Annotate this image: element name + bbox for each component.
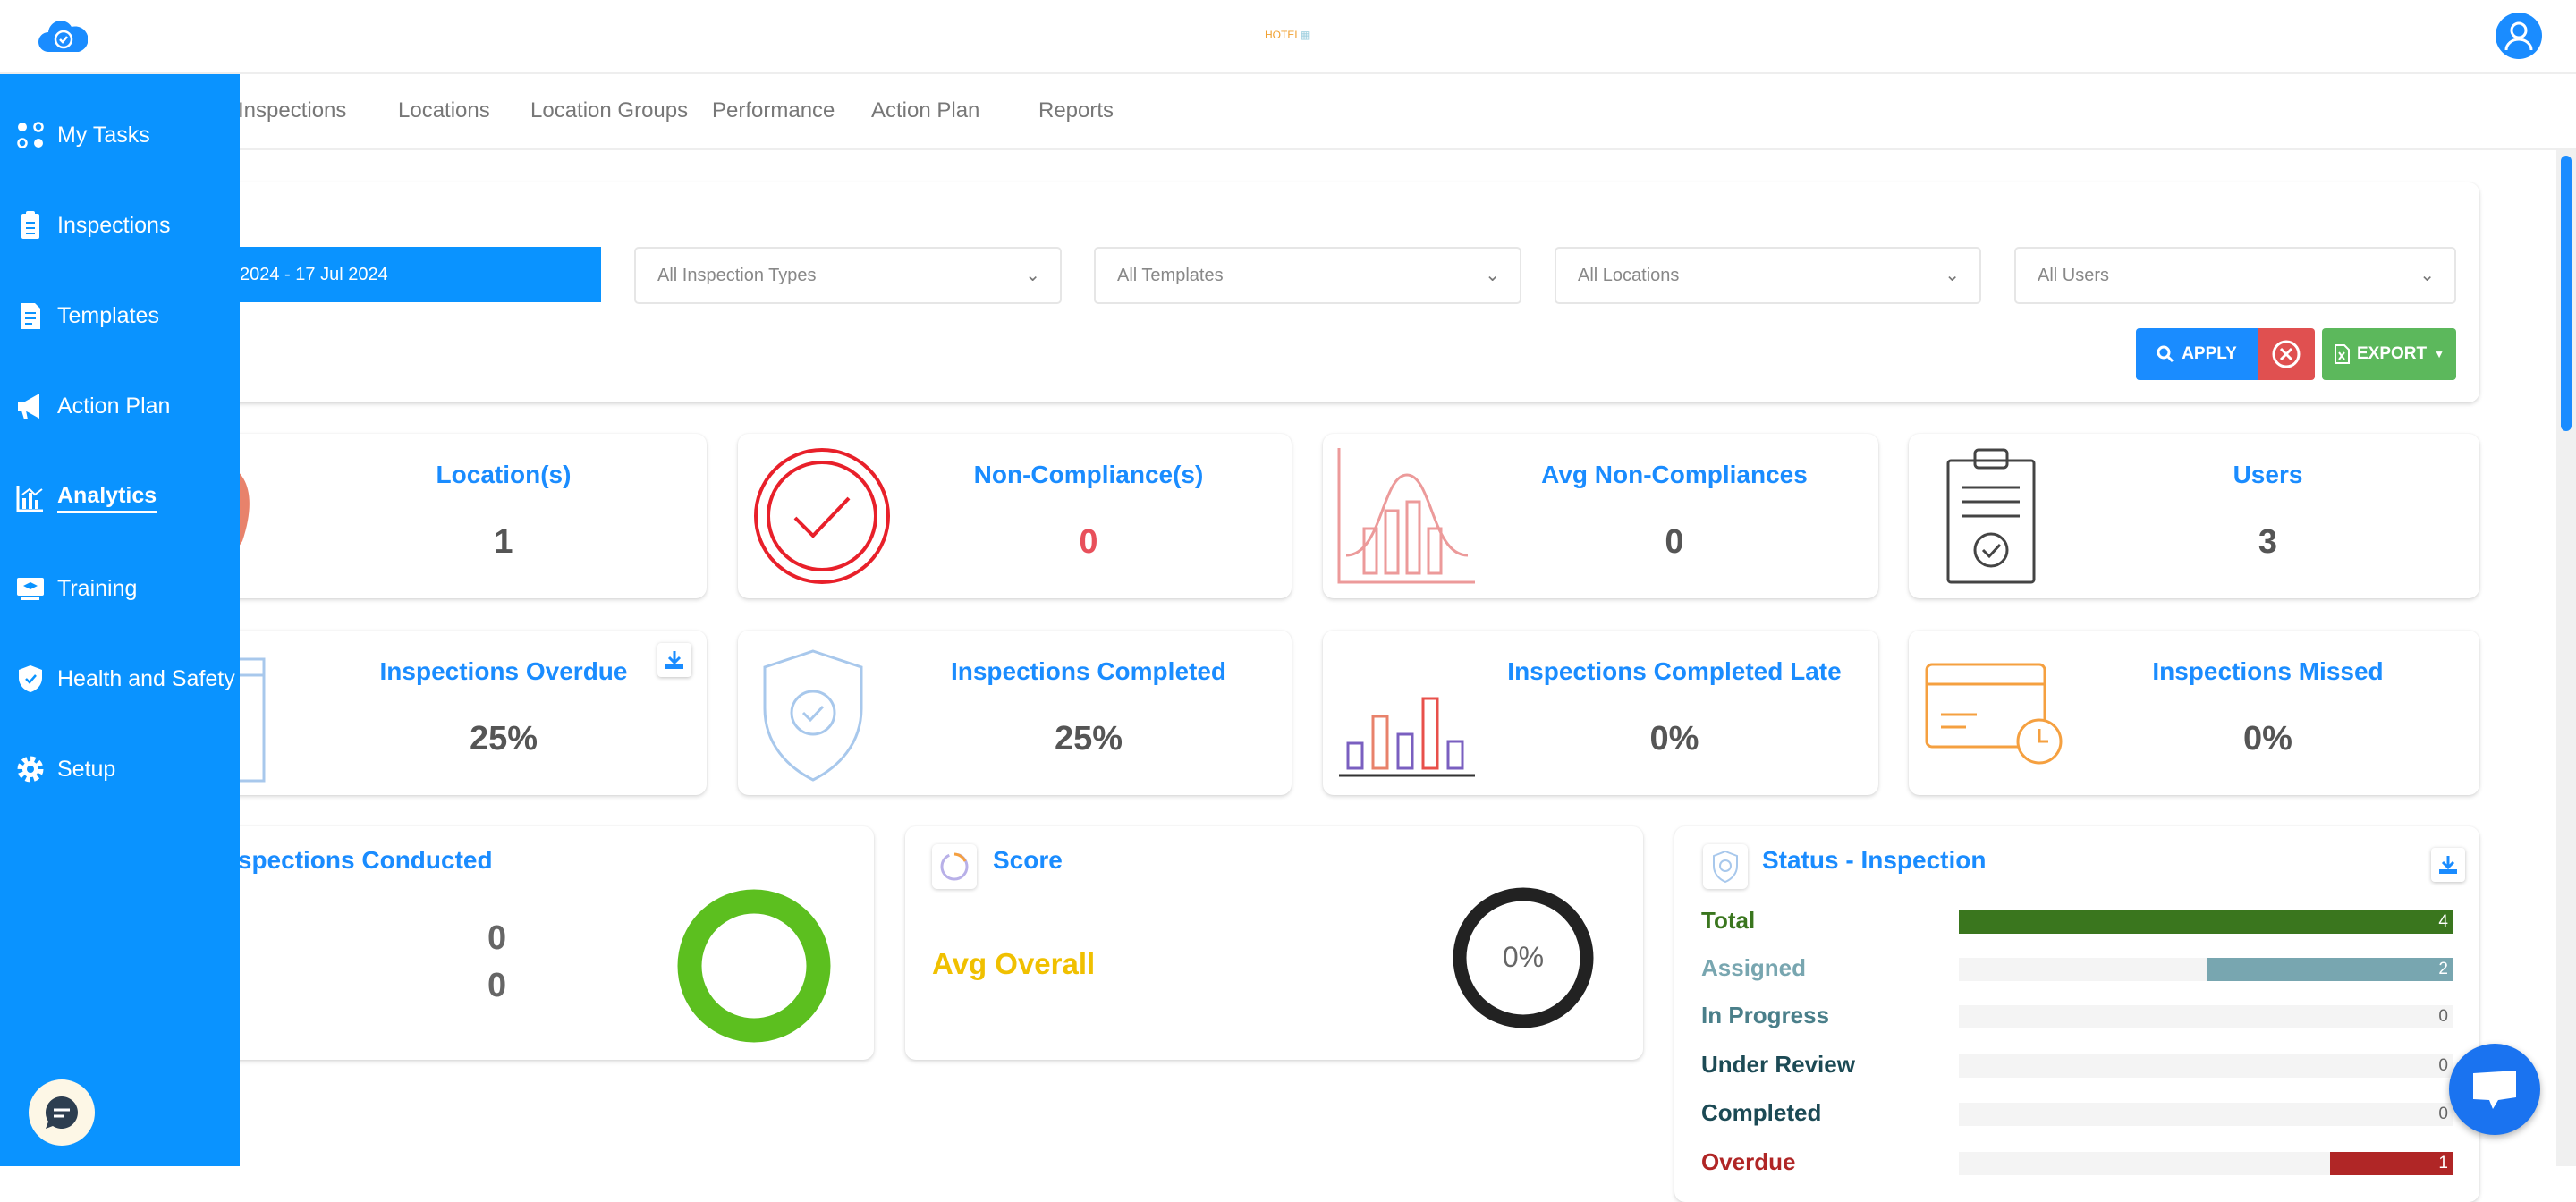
search-icon <box>2157 345 2174 363</box>
avg-overall-label: Avg Overall <box>932 947 1096 980</box>
user-avatar-icon[interactable] <box>2496 13 2542 59</box>
check-circle-icon <box>754 448 890 584</box>
sidebar-item-inspections[interactable]: Inspections <box>0 199 240 252</box>
stat-card-inspections-missed: Inspections Missed 0% <box>1909 631 2479 795</box>
status-bar-fill <box>2329 1152 2453 1175</box>
megaphone-icon <box>18 394 39 419</box>
shield-icon <box>19 665 42 692</box>
status-bar-fill <box>2206 958 2453 981</box>
status-label: Assigned <box>1701 954 1807 981</box>
inspections-conducted-card: Inspections Conducted d 0 0 <box>153 826 874 1060</box>
status-inspection-card: Status - Inspection Total 4 Assigned 2 In Pr… <box>1674 826 2479 1202</box>
brand-logo[interactable] <box>38 16 88 54</box>
status-count: 4 <box>2438 912 2448 931</box>
status-count: 0 <box>2438 1105 2448 1123</box>
tab-locations[interactable]: Locations <box>398 98 490 123</box>
card-title: Inspections Conducted <box>216 846 493 874</box>
status-label: Under Review <box>1701 1051 1855 1078</box>
close-circle-icon <box>2272 340 2301 368</box>
sidebar: My Tasks Inspections Templates Action Pl… <box>0 74 240 1166</box>
score-value: 0% <box>1502 941 1545 973</box>
status-label: Overdue <box>1701 1148 1796 1175</box>
chevron-down-icon: ⌄ <box>1485 266 1500 285</box>
sidebar-item-training[interactable]: Training <box>0 562 240 615</box>
status-count: 0 <box>2438 1056 2448 1075</box>
reset-filters-button[interactable] <box>2258 328 2315 380</box>
stat-card-avg-non-compliances: Avg Non-Compliances 0 <box>1323 434 1878 598</box>
users-select[interactable]: All Users ⌄ <box>2014 247 2456 304</box>
scrollbar-thumb[interactable] <box>2561 156 2572 431</box>
tab-performance[interactable]: Performance <box>712 98 835 123</box>
caret-down-icon: ▼ <box>2434 348 2445 360</box>
status-bar: 0 <box>1959 1103 2453 1126</box>
document-icon <box>21 303 40 329</box>
page-scrollbar[interactable] <box>2556 150 2576 1166</box>
shield-icon <box>1703 844 1748 889</box>
excel-file-icon <box>2334 344 2350 364</box>
chevron-down-icon: ⌄ <box>2419 266 2435 285</box>
sidebar-item-setup[interactable]: Setup <box>0 742 240 796</box>
status-label: Completed <box>1701 1099 1822 1126</box>
conducted-donut-chart <box>677 889 831 1043</box>
status-bar: 4 <box>1959 910 2453 934</box>
status-bar: 1 <box>1959 1152 2453 1175</box>
gear-icon <box>17 756 44 783</box>
chart-icon <box>16 486 43 512</box>
card-title: Score <box>993 846 1063 874</box>
sidebar-item-health-and-safety[interactable]: Health and Safety <box>0 652 240 706</box>
tasks-icon <box>17 122 44 148</box>
tab-action-plan[interactable]: Action Plan <box>871 98 979 123</box>
apply-button[interactable]: APPLY <box>2136 328 2258 380</box>
training-icon <box>17 578 44 600</box>
locations-select[interactable]: All Locations ⌄ <box>1555 247 1981 304</box>
status-bar: 0 <box>1959 1054 2453 1078</box>
help-chat-button[interactable] <box>29 1079 95 1146</box>
hotel-logo: HOTEL▦ <box>1265 29 1311 41</box>
score-card: Score Avg Overall 0% <box>905 826 1643 1060</box>
download-button[interactable] <box>2431 848 2465 882</box>
top-header: HOTEL▦ <box>0 0 2576 74</box>
score-icon <box>932 844 977 889</box>
chat-bubble-icon <box>2473 1071 2516 1109</box>
chevron-down-icon: ⌄ <box>1945 266 1960 285</box>
export-button[interactable]: EXPORT ▼ <box>2322 328 2456 380</box>
analytics-tabs: Inspections Locations Location Groups Pe… <box>0 74 2576 150</box>
stat-card-non-compliance: Non-Compliance(s) 0 <box>738 434 1292 598</box>
status-label: Total <box>1701 907 1756 934</box>
status-bar-fill <box>1959 910 2453 934</box>
date-range-picker[interactable]: 2024 - 17 Jul 2024 <box>179 247 601 302</box>
download-icon <box>2439 856 2457 874</box>
clipboard-icon <box>21 211 39 239</box>
tab-inspections[interactable]: Inspections <box>238 98 346 123</box>
sidebar-item-my-tasks[interactable]: My Tasks <box>0 108 240 162</box>
stat-card-users: Users 3 <box>1909 434 2479 598</box>
status-label: In Progress <box>1701 1002 1830 1028</box>
bell-curve-chart-icon <box>1337 448 1475 584</box>
templates-select[interactable]: All Templates ⌄ <box>1094 247 1521 304</box>
sidebar-item-analytics[interactable]: Analytics <box>0 471 240 525</box>
status-bar: 0 <box>1959 1005 2453 1028</box>
sidebar-item-templates[interactable]: Templates <box>0 289 240 343</box>
tab-location-groups[interactable]: Location Groups <box>530 98 688 123</box>
status-count: 0 <box>2438 1007 2448 1026</box>
card-title: Status - Inspection <box>1762 846 1987 874</box>
clipboard-check-icon <box>1946 448 2036 584</box>
stat-card-inspections-completed-late: Inspections Completed Late 0% <box>1323 631 1878 795</box>
bar-chart-icon <box>1339 697 1475 777</box>
chat-icon <box>45 1096 78 1129</box>
status-bar: 2 <box>1959 958 2453 981</box>
shield-check-icon <box>763 649 863 782</box>
sidebar-item-action-plan[interactable]: Action Plan <box>0 379 240 433</box>
inspection-types-select[interactable]: All Inspection Types ⌄ <box>634 247 1062 304</box>
status-count: 2 <box>2438 960 2448 978</box>
live-chat-button[interactable] <box>2449 1044 2540 1135</box>
tab-reports[interactable]: Reports <box>1038 98 1114 123</box>
chevron-down-icon: ⌄ <box>1025 266 1040 285</box>
stat-card-inspections-completed: Inspections Completed 25% <box>738 631 1292 795</box>
status-count: 1 <box>2438 1154 2448 1172</box>
download-icon <box>665 651 683 669</box>
card-clock-icon <box>1925 663 2063 765</box>
download-button[interactable] <box>657 643 691 677</box>
